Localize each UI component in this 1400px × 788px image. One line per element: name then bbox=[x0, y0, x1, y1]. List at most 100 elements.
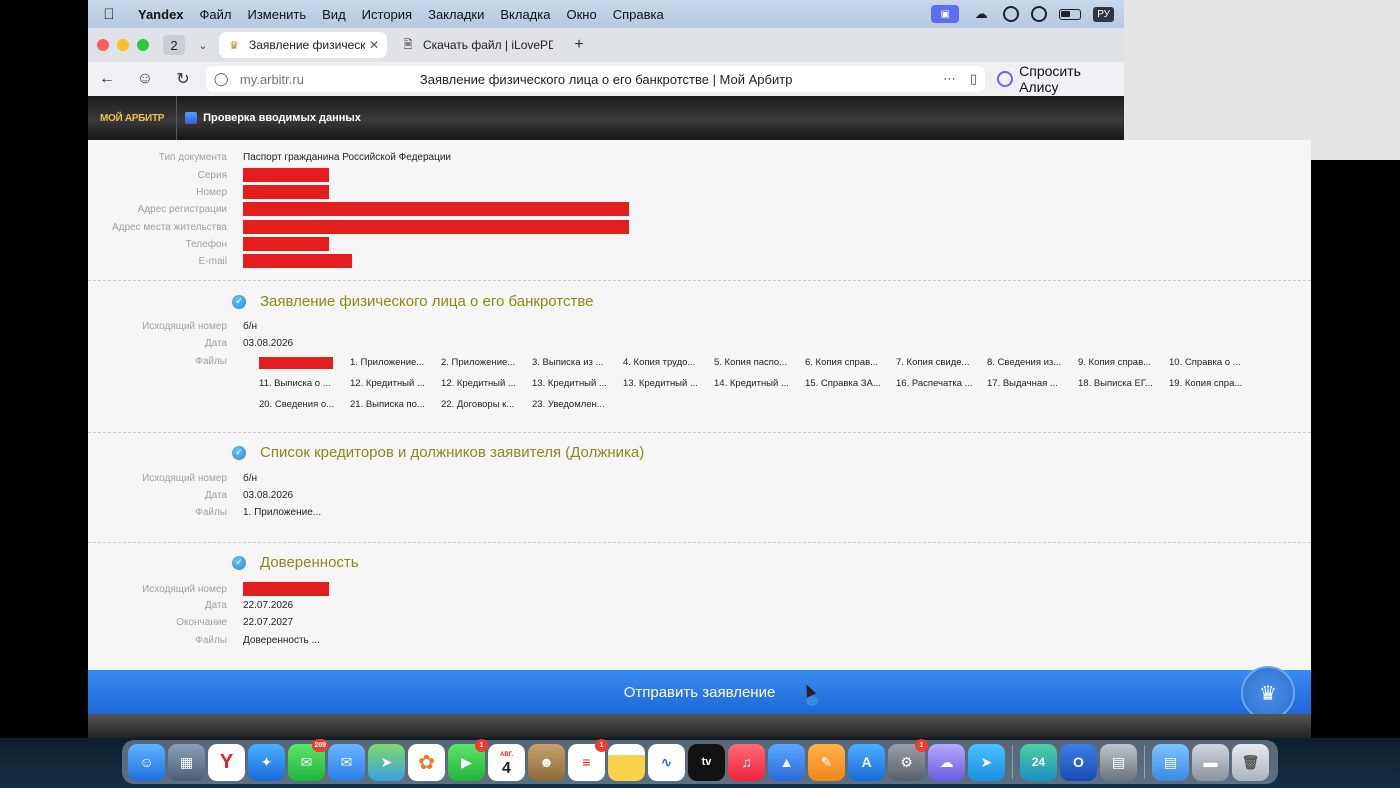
mail-icon[interactable]: ✉ bbox=[328, 743, 365, 781]
calendar-icon[interactable]: АВГ. 4 bbox=[488, 743, 525, 781]
screenshot-thumbnail-icon[interactable]: ▤ bbox=[1100, 743, 1137, 781]
tab-close-icon[interactable]: ✕ bbox=[369, 38, 379, 52]
series-label: Серия bbox=[197, 169, 227, 181]
date-row: Дата 22.07.2026 bbox=[88, 600, 293, 611]
folder-icon[interactable]: ▤ bbox=[1152, 743, 1189, 781]
menu-window[interactable]: Окно bbox=[558, 7, 604, 22]
file-link[interactable]: 15. Справка ЗА... bbox=[805, 378, 889, 390]
file-link[interactable]: 13. Кредитный ... bbox=[623, 378, 707, 390]
ask-alice-button[interactable]: Спросить Алису bbox=[997, 63, 1124, 95]
telegram-icon[interactable]: ➤ bbox=[968, 743, 1005, 781]
check-icon: ✓ bbox=[232, 555, 246, 570]
finder-icon[interactable]: ☺ bbox=[128, 743, 165, 781]
screen-record-icon[interactable]: ▣ bbox=[931, 5, 960, 23]
reminders-icon[interactable]: ≡ 1 bbox=[568, 738, 608, 781]
file-link[interactable]: 20. Сведения о... bbox=[259, 399, 343, 411]
music-icon[interactable]: ♫ bbox=[728, 743, 765, 781]
tab-count-button[interactable]: 2 bbox=[163, 35, 185, 55]
profile-icon[interactable]: ☺ bbox=[126, 70, 164, 88]
file-link[interactable]: 21. Выписка по... bbox=[350, 399, 434, 411]
file-link[interactable]: 19. Копия спра... bbox=[1169, 378, 1253, 390]
file-link[interactable]: 3. Выписка из ... bbox=[532, 357, 616, 369]
menu-file[interactable]: Файл bbox=[192, 7, 240, 22]
file-link[interactable]: 12. Кредитный ... bbox=[441, 378, 525, 390]
file-link[interactable]: 10. Справка о ... bbox=[1169, 357, 1253, 369]
apple-tv-icon[interactable]: tv bbox=[688, 743, 725, 781]
app-store-icon[interactable]: A bbox=[848, 743, 885, 781]
facetime-badge: 1 bbox=[475, 738, 488, 752]
file-link[interactable]: 23. Уведомлен... bbox=[532, 399, 616, 411]
file-link[interactable]: 13. Кредитный ... bbox=[532, 378, 616, 390]
safari-icon[interactable]: ✦ bbox=[248, 743, 285, 781]
file-link[interactable]: 8. Сведения из... bbox=[987, 357, 1071, 369]
keynote-icon[interactable]: ▲ bbox=[768, 743, 805, 781]
photos-icon[interactable]: ✿ bbox=[408, 743, 445, 781]
launchpad-icon[interactable]: ▦ bbox=[168, 743, 205, 781]
out-number-row: Исходящий номер bbox=[88, 582, 329, 596]
menu-history[interactable]: История bbox=[354, 7, 420, 22]
file-link[interactable]: Доверенность ... bbox=[243, 635, 320, 646]
messages-icon[interactable]: ✉ 209 bbox=[288, 738, 328, 781]
menu-edit[interactable]: Изменить bbox=[240, 7, 315, 22]
submit-application-button[interactable]: Отправить заявление bbox=[88, 670, 1311, 714]
downloads-stack-icon[interactable]: ▬ bbox=[1192, 743, 1229, 781]
window-close-button[interactable] bbox=[97, 39, 109, 51]
maps-icon[interactable]: ➤ bbox=[368, 743, 405, 781]
window-minimize-button[interactable] bbox=[117, 39, 129, 51]
tab-ilovepdf[interactable]: 🗎 Скачать файл | iLovePDF bbox=[393, 32, 561, 58]
file-link[interactable]: 16. Распечатка ... bbox=[896, 378, 980, 390]
status-app-icon[interactable] bbox=[1003, 6, 1020, 22]
cloud-app-icon[interactable]: ☁ bbox=[928, 743, 965, 781]
new-tab-button[interactable]: + bbox=[569, 35, 589, 55]
file-link[interactable]: 1. Приложение... bbox=[243, 507, 321, 518]
file-link[interactable]: 1. Приложение... bbox=[350, 357, 434, 369]
file-link[interactable]: 9. Копия справ... bbox=[1078, 357, 1162, 369]
tab-arbitr[interactable]: ♛ Заявление физическо ✕ bbox=[219, 32, 387, 58]
notes-icon[interactable] bbox=[608, 743, 645, 781]
file-link[interactable]: 17. Выдачная ... bbox=[987, 378, 1071, 390]
outlook-icon[interactable]: O bbox=[1060, 743, 1097, 781]
yandex-browser-icon[interactable]: Y bbox=[208, 743, 245, 781]
facetime-icon[interactable]: ▶ 1 bbox=[448, 738, 488, 781]
freeform-icon[interactable]: ∿ bbox=[648, 743, 685, 781]
more-options-icon[interactable]: ⋯ bbox=[943, 71, 956, 87]
court-emblem-icon[interactable]: ♛ bbox=[1241, 666, 1295, 720]
trash-icon[interactable]: 🗑 bbox=[1232, 743, 1269, 781]
system-settings-icon[interactable]: ⚙ 1 bbox=[888, 738, 928, 781]
window-zoom-button[interactable] bbox=[137, 39, 149, 51]
file-link[interactable]: 6. Копия справ... bbox=[805, 357, 889, 369]
tab-list-chevron-icon[interactable]: ⌄ bbox=[193, 39, 213, 52]
redacted-file-link[interactable] bbox=[259, 357, 333, 369]
file-link[interactable]: 11. Выписка о ... bbox=[259, 378, 343, 390]
back-arrow-icon[interactable]: ← bbox=[88, 70, 126, 88]
file-link[interactable]: 7. Копия свиде... bbox=[896, 357, 980, 369]
input-language-indicator[interactable]: РУ bbox=[1093, 6, 1114, 22]
shield-icon[interactable]: ◯ bbox=[214, 71, 230, 87]
battery-icon[interactable] bbox=[1059, 8, 1082, 20]
file-link[interactable]: 5. Копия паспо... bbox=[714, 357, 798, 369]
menu-view[interactable]: Вид bbox=[314, 7, 354, 22]
contacts-icon[interactable]: ☻ bbox=[528, 743, 565, 781]
apple-menu-icon[interactable]:  bbox=[88, 6, 130, 23]
file-link[interactable]: 2. Приложение... bbox=[441, 357, 525, 369]
file-link[interactable]: 14. Кредитный ... bbox=[714, 378, 798, 390]
file-link[interactable]: 4. Копия трудо... bbox=[623, 357, 707, 369]
site-logo[interactable]: МОЙ АРБИТР bbox=[88, 96, 178, 140]
file-link[interactable]: 12. Кредитный ... bbox=[350, 378, 434, 390]
reload-icon[interactable]: ↻ bbox=[164, 69, 202, 89]
address-bar[interactable]: ◯ my.arbitr.ru Заявление физического лиц… bbox=[205, 66, 986, 92]
file-link[interactable]: 18. Выписка ЕГ... bbox=[1078, 378, 1162, 390]
menu-help[interactable]: Справка bbox=[605, 7, 672, 22]
date-value: 03.08.2026 bbox=[243, 490, 294, 501]
files-label: Файлы bbox=[195, 507, 227, 518]
cloud-app-icon[interactable]: ☁ bbox=[971, 6, 991, 22]
menu-bookmarks[interactable]: Закладки bbox=[420, 7, 492, 22]
bitrix24-icon[interactable]: 24 bbox=[1020, 743, 1057, 781]
bookmark-icon[interactable]: ▯ bbox=[970, 71, 977, 87]
menu-tab[interactable]: Вкладка bbox=[492, 7, 558, 22]
media-control-icon[interactable] bbox=[1031, 6, 1048, 22]
menu-app-name[interactable]: Yandex bbox=[130, 7, 192, 22]
file-link[interactable]: 22. Договоры к... bbox=[441, 399, 525, 411]
pages-icon[interactable]: ✎ bbox=[808, 743, 845, 781]
url-text[interactable]: my.arbitr.ru bbox=[240, 72, 420, 87]
